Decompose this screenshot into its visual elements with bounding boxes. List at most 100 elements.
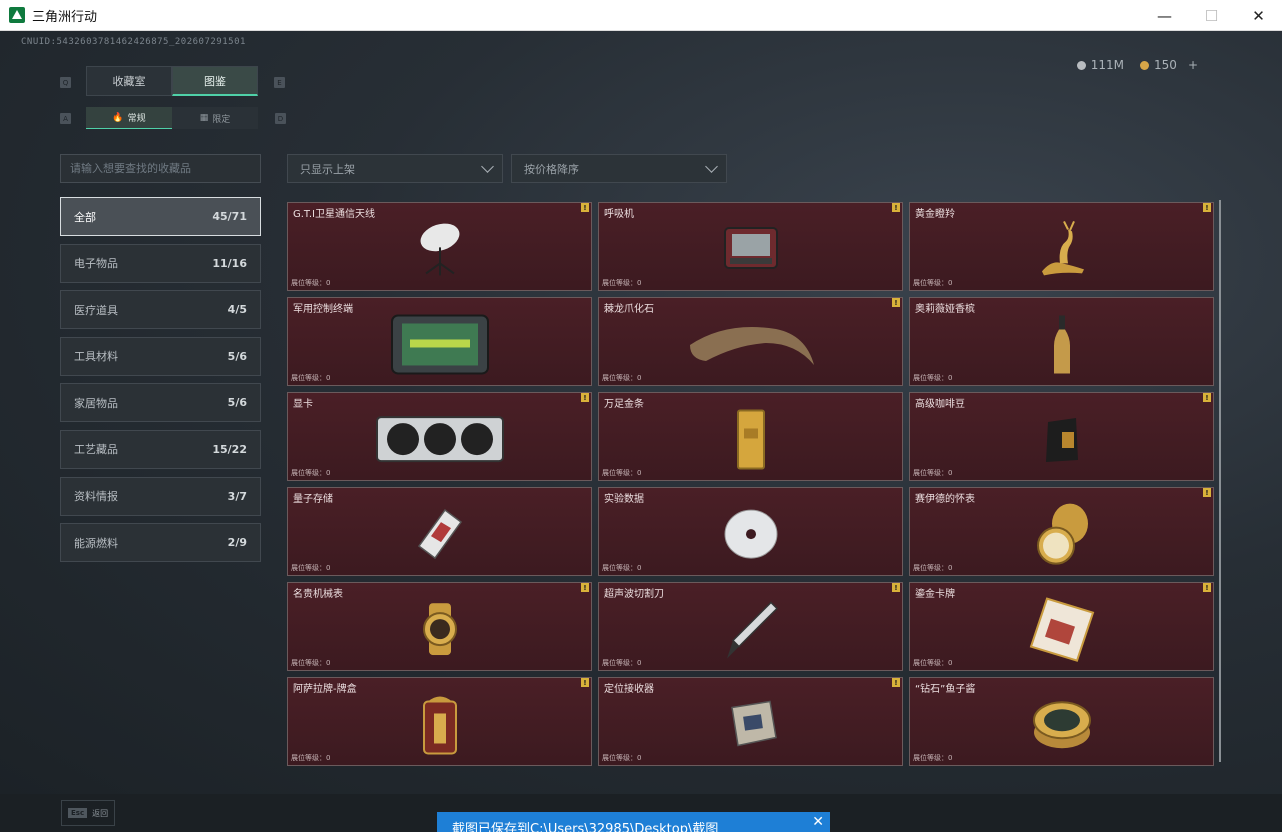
champagne-icon	[1053, 314, 1070, 373]
category-list: 全部 45/71 电子物品 11/16 医疗道具 4/5 工具材料 5/6 家居…	[60, 197, 261, 570]
gilded-card-icon	[1029, 596, 1094, 662]
item-card[interactable]: 棘龙爪化石 ! 展位等级：0	[598, 297, 903, 386]
caviar-tin-icon	[1032, 700, 1091, 748]
item-card[interactable]: 黄金瞪羚 ! 展位等级：0	[909, 202, 1214, 291]
app-logo-icon	[9, 7, 25, 23]
item-name: 万足金条	[604, 399, 644, 410]
sort-dropdown[interactable]: 按价格降序	[511, 154, 727, 183]
alert-badge: !	[892, 583, 900, 592]
item-card[interactable]: 实验数据 展位等级：0	[598, 487, 903, 576]
alert-badge: !	[892, 298, 900, 307]
subtab-regular-label: 常规	[127, 114, 146, 124]
item-level: 展位等级：0	[602, 279, 642, 287]
tab-catalog[interactable]: 图鉴	[172, 66, 258, 96]
window-controls: — ☐ ✕	[1141, 0, 1282, 31]
key-hint-q: Q	[60, 77, 71, 88]
grid-scrollbar[interactable]	[1219, 200, 1221, 762]
category-label: 工艺藏品	[74, 443, 118, 457]
category-label: 能源燃料	[74, 536, 118, 550]
screenshot-toast: 截图已保存到C:\Users\32985\Desktop\截图 ✕	[437, 812, 830, 832]
item-name: 高级咖啡豆	[915, 399, 965, 410]
search-input[interactable]	[60, 154, 261, 183]
item-name: “钻石”鱼子酱	[915, 684, 976, 695]
item-card[interactable]: 超声波切割刀 ! 展位等级：0	[598, 582, 903, 671]
item-card[interactable]: 定位接收器 ! 展位等级：0	[598, 677, 903, 766]
alert-badge: !	[1203, 203, 1211, 212]
claw-fossil-icon	[689, 326, 814, 365]
category-tools[interactable]: 工具材料 5/6	[60, 336, 261, 376]
item-card[interactable]: 鎏金卡牌 ! 展位等级：0	[909, 582, 1214, 671]
item-card[interactable]: 名贵机械表 ! 展位等级：0	[287, 582, 592, 671]
category-label: 资料情报	[74, 490, 118, 504]
item-card[interactable]: G.T.I卫星通信天线 ! 展位等级：0	[287, 202, 592, 291]
item-card[interactable]: 阿萨拉牌-牌盒 ! 展位等级：0	[287, 677, 592, 766]
tab-collection-room[interactable]: 收藏室	[86, 66, 172, 96]
minimize-button[interactable]: —	[1141, 0, 1188, 31]
alert-badge: !	[581, 393, 589, 402]
chevron-down-icon	[705, 159, 718, 173]
gold-coin-icon	[1140, 60, 1150, 70]
item-card[interactable]: 赛伊德的怀表 ! 展位等级：0	[909, 487, 1214, 576]
item-level: 展位等级：0	[602, 469, 642, 477]
item-card[interactable]: 呼吸机 ! 展位等级：0	[598, 202, 903, 291]
toast-close-button[interactable]: ✕	[812, 814, 824, 830]
window-title: 三角洲行动	[32, 9, 98, 25]
category-electronics[interactable]: 电子物品 11/16	[60, 243, 261, 283]
subtab-limited[interactable]: ▦ 限定	[172, 107, 258, 129]
shelf-filter-dropdown[interactable]: 只显示上架	[287, 154, 503, 183]
key-hint-e: E	[274, 77, 285, 88]
category-household[interactable]: 家居物品 5/6	[60, 383, 261, 423]
item-card[interactable]: 高级咖啡豆 ! 展位等级：0	[909, 392, 1214, 481]
item-name: 呼吸机	[604, 209, 634, 220]
add-currency-button[interactable]: +	[1188, 58, 1198, 72]
item-card[interactable]: 奥莉薇娅香槟 展位等级：0	[909, 297, 1214, 386]
key-hint-a: A	[60, 113, 71, 124]
silver-value: 111M	[1090, 58, 1125, 72]
item-level: 展位等级：0	[291, 374, 331, 382]
category-medical[interactable]: 医疗道具 4/5	[60, 290, 261, 330]
item-level: 展位等级：0	[913, 469, 953, 477]
item-name: 显卡	[293, 399, 313, 410]
sub-tabs: 🔥 常规 ▦ 限定	[86, 107, 258, 129]
satellite-dish-icon	[420, 223, 459, 275]
alert-badge: !	[892, 678, 900, 687]
category-intel[interactable]: 资料情报 3/7	[60, 476, 261, 516]
item-card[interactable]: 军用控制终端 展位等级：0	[287, 297, 592, 386]
item-card[interactable]: 显卡 ! 展位等级：0	[287, 392, 592, 481]
player-uid: CNUID:5432603781462426875_202607291501	[21, 37, 246, 47]
coffee-bag-icon	[1045, 417, 1078, 462]
alert-badge: !	[581, 203, 589, 212]
silver-currency: 111M	[1076, 58, 1125, 72]
item-level: 展位等级：0	[913, 374, 953, 382]
item-name: 黄金瞪羚	[915, 209, 955, 220]
subtab-regular[interactable]: 🔥 常规	[86, 107, 172, 129]
limited-icon: ▦	[199, 113, 209, 123]
category-crafts[interactable]: 工艺藏品 15/22	[60, 429, 261, 469]
item-level: 展位等级：0	[291, 659, 331, 667]
category-label: 医疗道具	[74, 303, 118, 317]
luxury-watch-icon	[422, 602, 457, 655]
item-card[interactable]: 量子存储 展位等级：0	[287, 487, 592, 576]
chevron-down-icon	[481, 159, 494, 173]
back-button[interactable]: Esc 返回	[61, 800, 115, 826]
golden-gazelle-icon	[1041, 220, 1084, 275]
category-energy[interactable]: 能源燃料 2/9	[60, 523, 261, 563]
subtab-limited-label: 限定	[212, 114, 231, 125]
category-all[interactable]: 全部 45/71	[60, 197, 261, 236]
item-name: 名贵机械表	[293, 589, 343, 600]
item-level: 展位等级：0	[291, 469, 331, 477]
item-card[interactable]: “钻石”鱼子酱 展位等级：0	[909, 677, 1214, 766]
category-count: 5/6	[227, 349, 247, 363]
item-level: 展位等级：0	[913, 564, 953, 572]
category-count: 45/71	[212, 210, 247, 223]
close-window-button[interactable]: ✕	[1235, 0, 1282, 31]
item-name: 鎏金卡牌	[915, 589, 955, 600]
item-level: 展位等级：0	[602, 564, 642, 572]
item-card[interactable]: 万足金条 展位等级：0	[598, 392, 903, 481]
maximize-button[interactable]: ☐	[1188, 0, 1235, 31]
card-box-icon	[422, 695, 457, 754]
item-level: 展位等级：0	[913, 279, 953, 287]
category-count: 4/5	[227, 303, 247, 317]
item-name: 赛伊德的怀表	[915, 494, 975, 505]
item-name: 量子存储	[293, 494, 333, 505]
